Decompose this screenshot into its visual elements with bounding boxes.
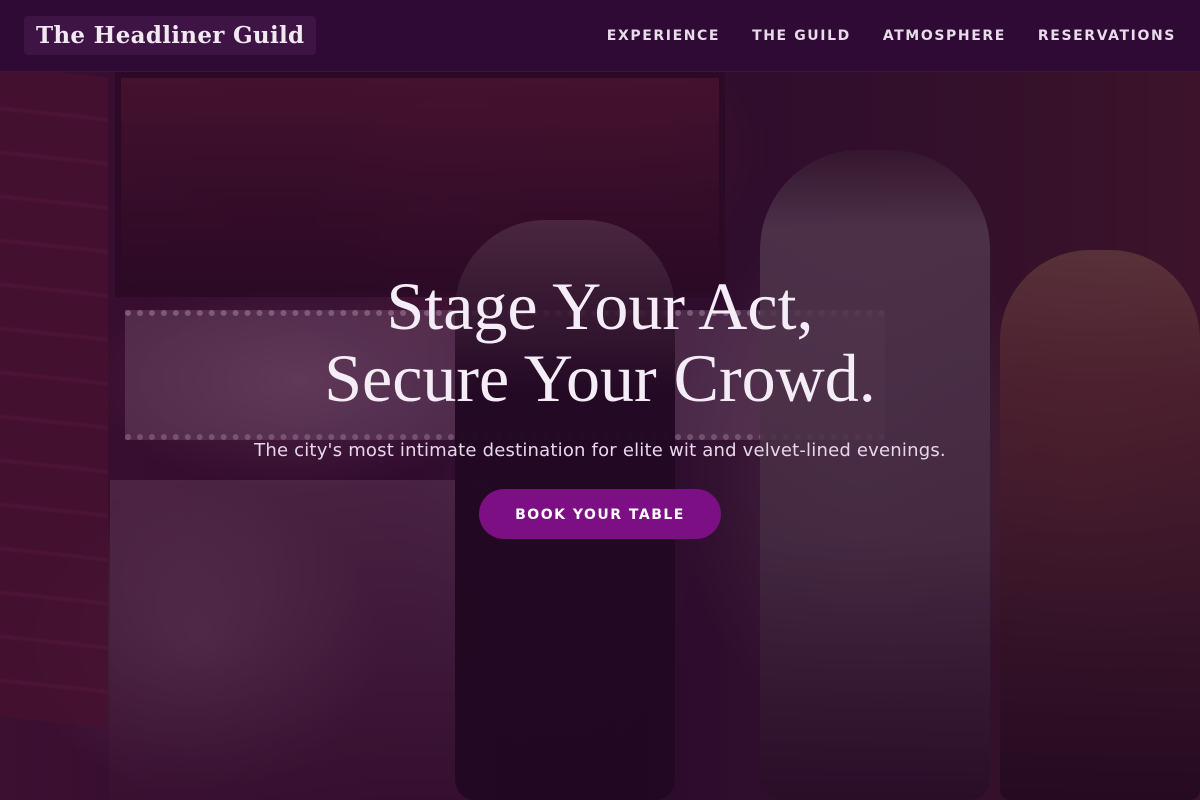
nav-link-reservations[interactable]: RESERVATIONS xyxy=(1038,28,1176,44)
headline-line-1: Stage Your Act, xyxy=(386,268,814,344)
headline-line-2: Secure Your Crowd. xyxy=(324,340,876,416)
brand-logo[interactable]: The Headliner Guild xyxy=(24,16,317,55)
nav-link-experience[interactable]: EXPERIENCE xyxy=(607,28,720,44)
hero-tagline: The city's most intimate destination for… xyxy=(254,440,946,461)
hero-content: Stage Your Act, Secure Your Crowd. The c… xyxy=(0,270,1200,539)
hero-section: The Headliner Guild EXPERIENCE THE GUILD… xyxy=(0,0,1200,800)
top-navbar: The Headliner Guild EXPERIENCE THE GUILD… xyxy=(0,0,1200,72)
nav-links: EXPERIENCE THE GUILD ATMOSPHERE RESERVAT… xyxy=(607,28,1176,44)
nav-link-atmosphere[interactable]: ATMOSPHERE xyxy=(883,28,1006,44)
hero-headline: Stage Your Act, Secure Your Crowd. xyxy=(0,270,1200,414)
nav-link-the-guild[interactable]: THE GUILD xyxy=(752,28,851,44)
book-table-button[interactable]: BOOK YOUR TABLE xyxy=(479,489,721,539)
